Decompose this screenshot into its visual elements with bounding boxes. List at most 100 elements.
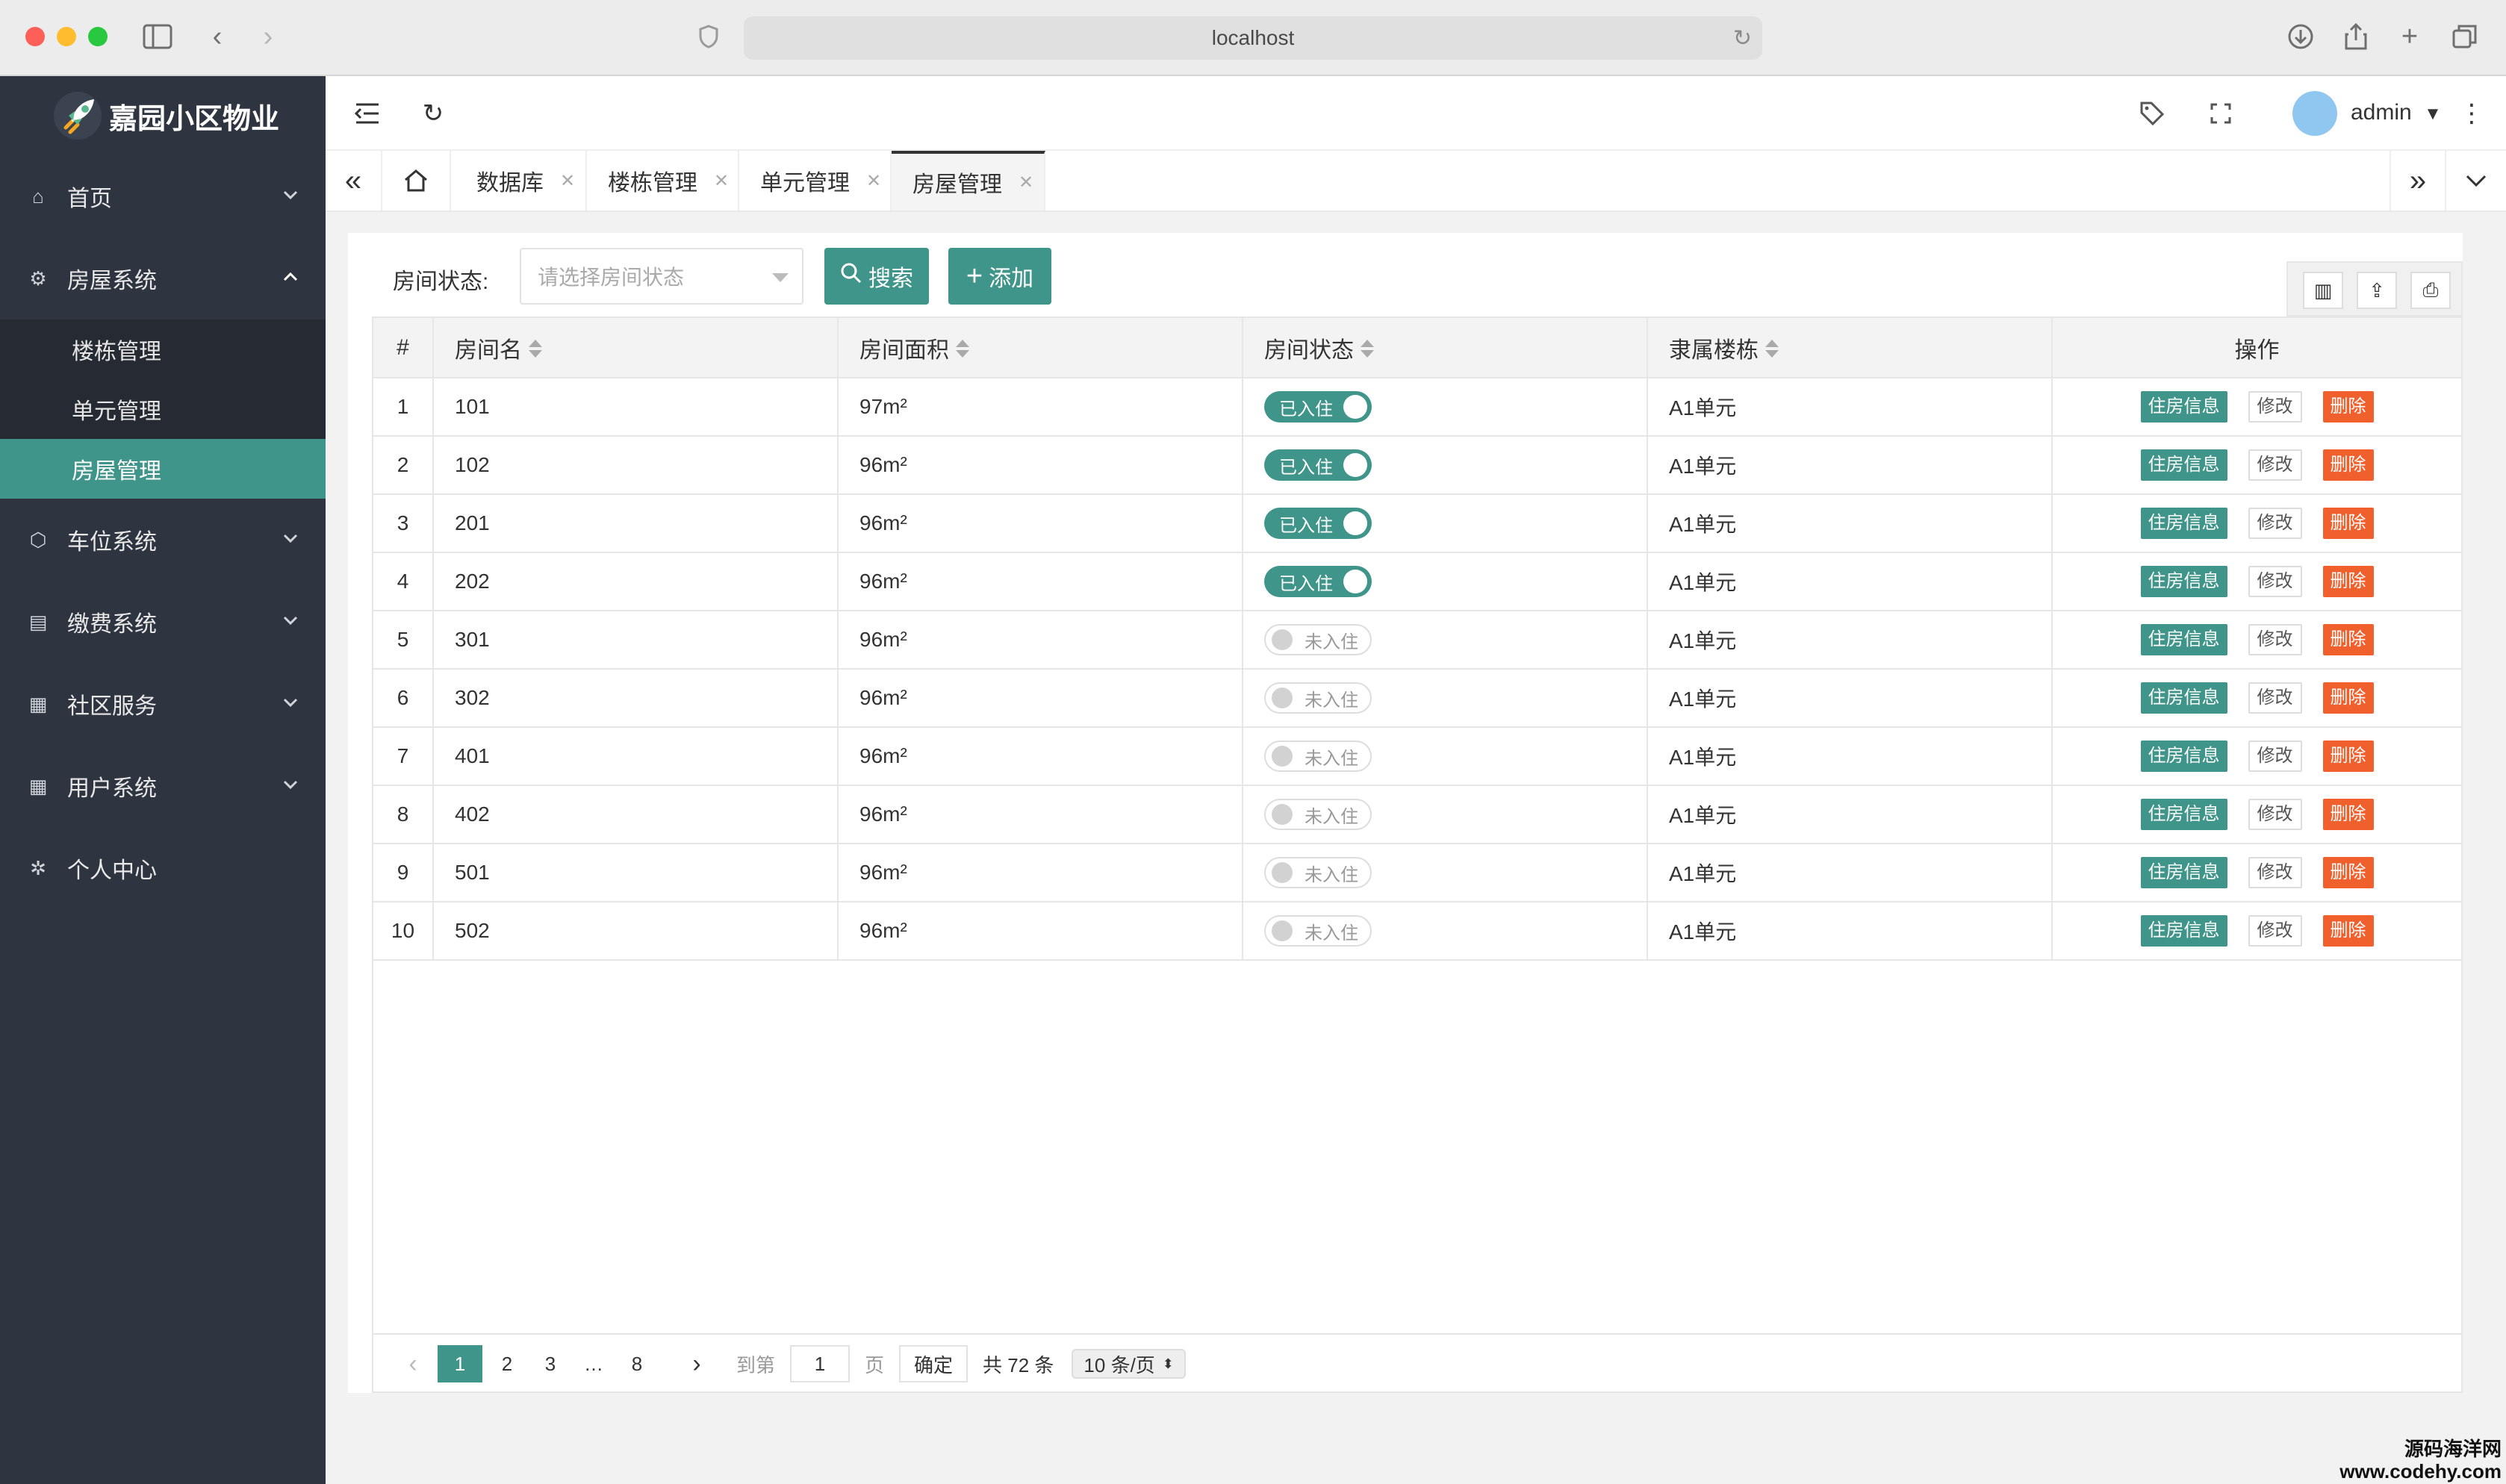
delete-button[interactable]: 删除 xyxy=(2322,857,2374,888)
sidebar-item-profile[interactable]: ✲ 个人中心 xyxy=(0,827,326,909)
status-toggle[interactable]: 已入住 xyxy=(1264,391,1372,423)
edit-button[interactable]: 修改 xyxy=(2248,508,2302,539)
status-toggle[interactable]: 已入住 xyxy=(1264,566,1372,597)
housing-info-button[interactable]: 住房信息 xyxy=(2140,741,2227,772)
page-3[interactable]: 3 xyxy=(532,1345,569,1382)
status-toggle[interactable]: 未入住 xyxy=(1264,682,1372,714)
housing-info-button[interactable]: 住房信息 xyxy=(2140,624,2227,655)
edit-button[interactable]: 修改 xyxy=(2248,624,2302,655)
sidebar-item-houses[interactable]: 房屋管理 xyxy=(0,439,326,499)
tabs-menu-chevron-icon[interactable] xyxy=(2448,151,2505,211)
avatar[interactable] xyxy=(2292,91,2337,136)
status-select[interactable]: 请选择房间状态 xyxy=(520,248,803,305)
url-bar[interactable]: localhost ↻ xyxy=(744,16,1762,60)
status-toggle[interactable]: 已入住 xyxy=(1264,508,1372,539)
goto-page-input[interactable]: 1 xyxy=(790,1345,851,1382)
zoom-window-button[interactable] xyxy=(88,27,108,46)
close-window-button[interactable] xyxy=(25,27,45,46)
export-icon[interactable]: ⇪ xyxy=(2357,272,2397,309)
close-tab-icon[interactable]: ✕ xyxy=(560,170,575,192)
page-2[interactable]: 2 xyxy=(488,1345,526,1382)
housing-info-button[interactable]: 住房信息 xyxy=(2140,449,2227,481)
sidebar-item-parking[interactable]: ⬡ 车位系统 xyxy=(0,499,326,581)
goto-confirm-button[interactable]: 确定 xyxy=(899,1345,968,1382)
housing-info-button[interactable]: 住房信息 xyxy=(2140,391,2227,423)
housing-info-button[interactable]: 住房信息 xyxy=(2140,682,2227,714)
tab-database[interactable]: 数据库 ✕ xyxy=(456,151,587,211)
tabs-scroll-right-icon[interactable]: » xyxy=(2390,151,2446,211)
print-icon[interactable]: ⎙ xyxy=(2410,272,2451,309)
new-tab-icon[interactable]: + xyxy=(2392,19,2427,54)
sidebar-item-users[interactable]: ▦ 用户系统 xyxy=(0,745,326,827)
delete-button[interactable]: 删除 xyxy=(2322,741,2374,772)
delete-button[interactable]: 删除 xyxy=(2322,566,2374,597)
page-8[interactable]: 8 xyxy=(618,1345,656,1382)
tab-buildings[interactable]: 楼栋管理 ✕ xyxy=(587,151,739,211)
delete-button[interactable]: 删除 xyxy=(2322,915,2374,947)
col-header-room-area[interactable]: 房间面积 xyxy=(838,318,1243,378)
edit-button[interactable]: 修改 xyxy=(2248,857,2302,888)
status-toggle[interactable]: 未入住 xyxy=(1264,857,1372,888)
edit-button[interactable]: 修改 xyxy=(2248,741,2302,772)
sidebar-item-community[interactable]: ▦ 社区服务 xyxy=(0,663,326,745)
edit-button[interactable]: 修改 xyxy=(2248,799,2302,830)
delete-button[interactable]: 删除 xyxy=(2322,449,2374,481)
next-page-icon[interactable]: › xyxy=(678,1345,715,1382)
housing-info-button[interactable]: 住房信息 xyxy=(2140,915,2227,947)
status-toggle[interactable]: 未入住 xyxy=(1264,624,1372,655)
sidebar-item-home[interactable]: ⌂ 首页 xyxy=(0,155,326,237)
close-tab-icon[interactable]: ✕ xyxy=(1019,172,1033,193)
sidebar-item-units[interactable]: 单元管理 xyxy=(0,379,326,439)
sidebar-item-payment[interactable]: ▤ 缴费系统 xyxy=(0,581,326,663)
prev-page-icon[interactable]: ‹ xyxy=(394,1345,432,1382)
sidebar-item-housing[interactable]: ⚙ 房屋系统 xyxy=(0,237,326,319)
housing-info-button[interactable]: 住房信息 xyxy=(2140,508,2227,539)
edit-button[interactable]: 修改 xyxy=(2248,449,2302,481)
delete-button[interactable]: 删除 xyxy=(2322,508,2374,539)
columns-filter-icon[interactable]: ▥ xyxy=(2303,272,2343,309)
housing-info-button[interactable]: 住房信息 xyxy=(2140,799,2227,830)
tabs-scroll-left-icon[interactable]: « xyxy=(326,151,382,211)
status-toggle[interactable]: 未入住 xyxy=(1264,915,1372,947)
forward-icon[interactable]: › xyxy=(251,19,285,54)
search-button[interactable]: 搜索 xyxy=(824,248,929,305)
col-header-room-name[interactable]: 房间名 xyxy=(433,318,839,378)
download-icon[interactable] xyxy=(2283,19,2318,54)
col-header-room-status[interactable]: 房间状态 xyxy=(1243,318,1648,378)
delete-button[interactable]: 删除 xyxy=(2322,799,2374,830)
edit-button[interactable]: 修改 xyxy=(2248,682,2302,714)
tab-houses[interactable]: 房屋管理 ✕ xyxy=(892,151,1045,211)
close-tab-icon[interactable]: ✕ xyxy=(866,170,881,192)
reload-page-icon[interactable]: ↻ xyxy=(1733,25,1752,52)
home-tab-icon[interactable] xyxy=(382,151,451,211)
delete-button[interactable]: 删除 xyxy=(2322,624,2374,655)
user-menu[interactable]: admin ▼ xyxy=(2351,100,2442,125)
brand[interactable]: 嘉园小区物业 xyxy=(0,76,326,155)
fullscreen-icon[interactable] xyxy=(2204,97,2237,130)
tab-units[interactable]: 单元管理 ✕ xyxy=(739,151,892,211)
edit-button[interactable]: 修改 xyxy=(2248,915,2302,947)
housing-info-button[interactable]: 住房信息 xyxy=(2140,566,2227,597)
status-toggle[interactable]: 未入住 xyxy=(1264,799,1372,830)
tab-overview-icon[interactable] xyxy=(2448,19,2482,54)
minimize-window-button[interactable] xyxy=(57,27,76,46)
page-1[interactable]: 1 xyxy=(438,1345,482,1382)
sidebar-toggle-icon[interactable] xyxy=(140,19,175,54)
tag-icon[interactable] xyxy=(2136,97,2168,130)
close-tab-icon[interactable]: ✕ xyxy=(714,170,729,192)
delete-button[interactable]: 删除 xyxy=(2322,391,2374,423)
collapse-menu-icon[interactable] xyxy=(351,97,384,130)
share-icon[interactable] xyxy=(2339,19,2373,54)
more-vertical-icon[interactable]: ⋮ xyxy=(2455,97,2488,130)
shield-icon[interactable] xyxy=(691,19,726,54)
housing-info-button[interactable]: 住房信息 xyxy=(2140,857,2227,888)
col-header-building[interactable]: 隶属楼栋 xyxy=(1647,318,2053,378)
status-toggle[interactable]: 已入住 xyxy=(1264,449,1372,481)
edit-button[interactable]: 修改 xyxy=(2248,391,2302,423)
refresh-icon[interactable]: ↻ xyxy=(417,97,450,130)
back-icon[interactable]: ‹ xyxy=(200,19,234,54)
add-button[interactable]: + 添加 xyxy=(948,248,1051,305)
sidebar-item-buildings[interactable]: 楼栋管理 xyxy=(0,319,326,379)
delete-button[interactable]: 删除 xyxy=(2322,682,2374,714)
status-toggle[interactable]: 未入住 xyxy=(1264,741,1372,772)
